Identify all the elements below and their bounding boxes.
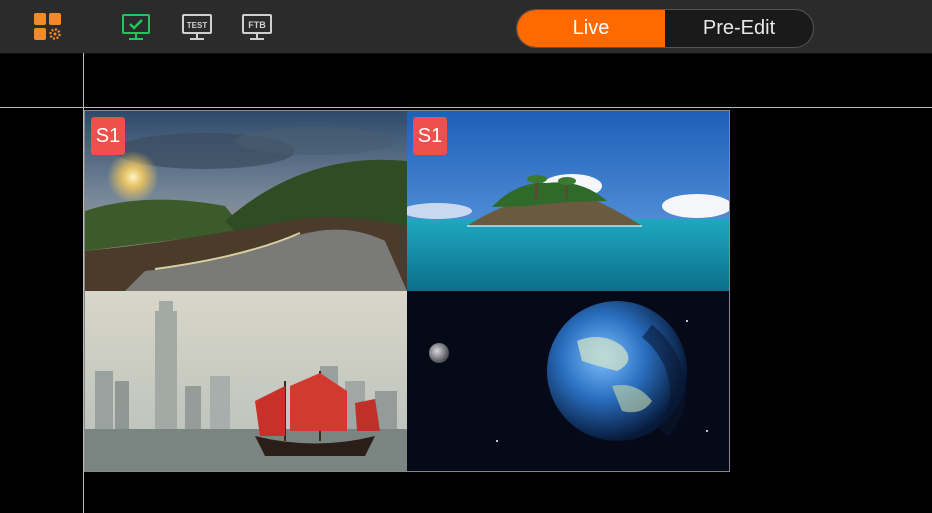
screen-2[interactable]: S1	[407, 111, 729, 291]
horizontal-guide-line[interactable]	[0, 107, 932, 108]
layout-grid-icon[interactable]	[34, 13, 62, 41]
screen-layout: S1 S1	[84, 110, 730, 472]
ftb-label: FTB	[248, 20, 266, 30]
test-monitor-icon[interactable]: TEST	[181, 12, 212, 42]
screen-4[interactable]	[407, 291, 729, 471]
ftb-monitor-icon[interactable]: FTB	[241, 12, 272, 42]
live-tab[interactable]: Live	[517, 10, 665, 47]
screen-2-badge: S1	[413, 117, 447, 155]
screen-1[interactable]: S1	[85, 111, 407, 291]
screen-3[interactable]	[85, 291, 407, 471]
toolbar: TEST FTB Live Pre-Edit	[0, 0, 932, 54]
pre-edit-tab[interactable]: Pre-Edit	[665, 10, 813, 47]
monitor-check-icon[interactable]	[121, 12, 151, 42]
mode-switch: Live Pre-Edit	[516, 9, 814, 48]
screen-1-badge: S1	[91, 117, 125, 155]
test-label: TEST	[187, 21, 208, 30]
